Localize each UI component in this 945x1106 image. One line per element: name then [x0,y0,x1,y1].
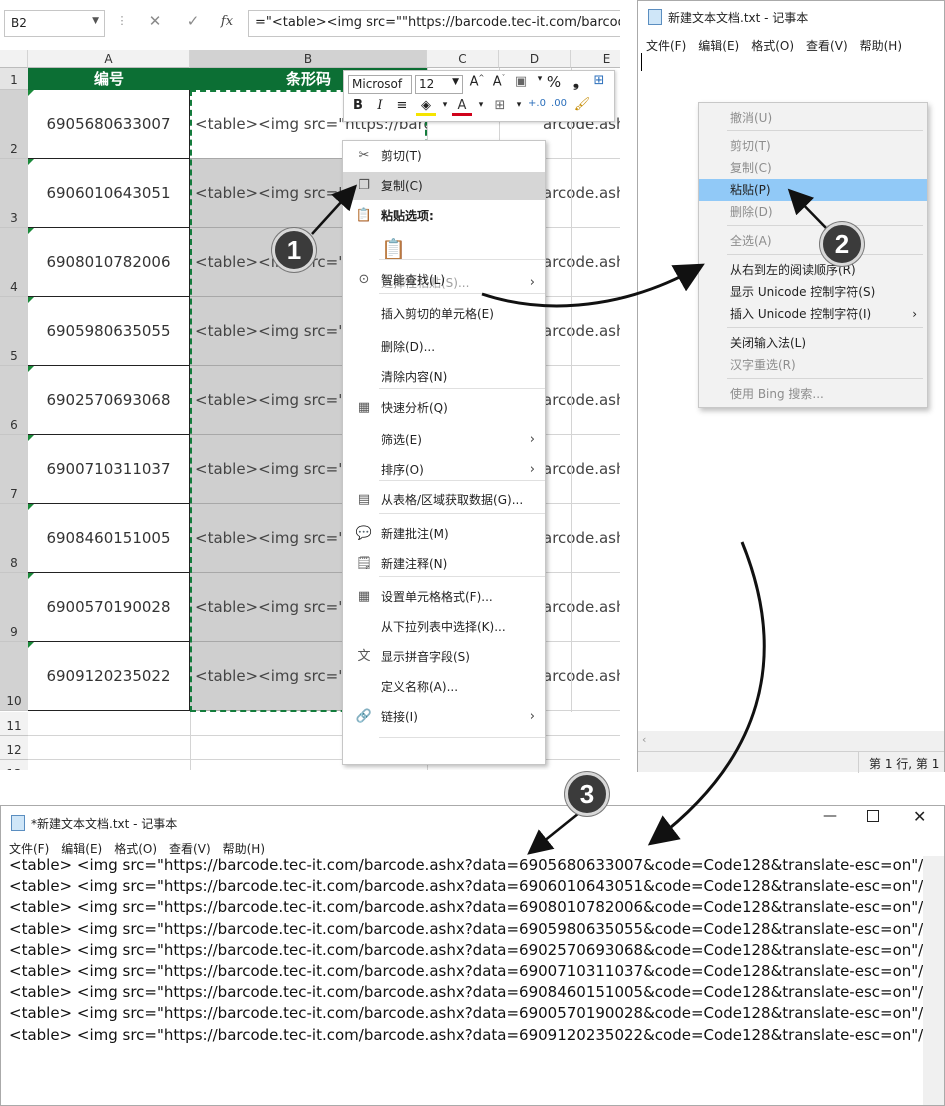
arrow-result [647,541,766,846]
arrow-1 [311,184,358,235]
step-badge-1: 1 [272,228,316,272]
arrow-paste [481,263,705,308]
arrow-2 [787,188,829,231]
step-badge-3: 3 [565,772,609,816]
annotation-arrows [311,184,829,855]
arrow-3 [527,812,580,855]
step-badge-2: 2 [820,222,864,266]
